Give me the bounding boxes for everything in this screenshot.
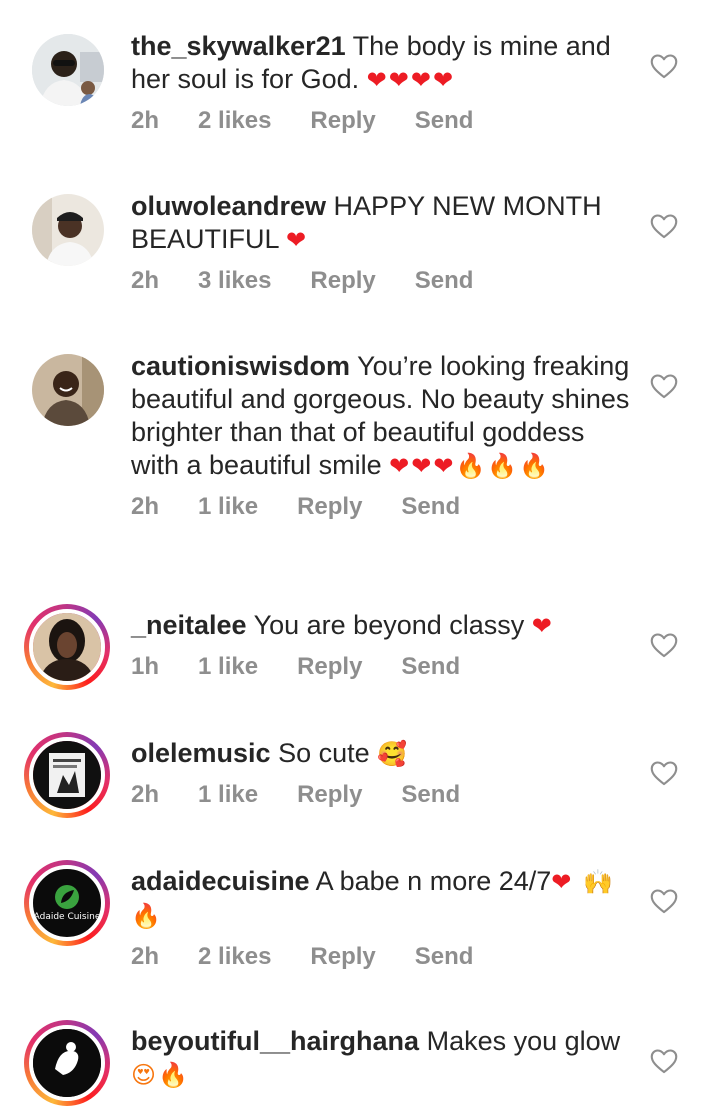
comment-username[interactable]: cautioniswisdom <box>131 351 350 381</box>
comment-time: 1h <box>131 653 160 680</box>
comment-emoji: 😍🔥 <box>131 1061 190 1089</box>
avatar-logo-text: Adaide Cuisine <box>33 912 101 922</box>
comment-time: 2h <box>131 107 160 134</box>
comment-meta: 2h 3 likes Reply Send <box>131 267 631 295</box>
comment-text: the_skywalker21 The body is mine and her… <box>131 30 631 97</box>
comment-text: _neitalee You are beyond classy ❤ <box>131 609 631 643</box>
comment-username[interactable]: adaidecuisine <box>131 866 310 896</box>
comment-body: Makes you glow <box>426 1026 621 1056</box>
comment-time: 2h <box>131 267 160 294</box>
comment-emoji: ❤❤❤❤ <box>366 66 456 94</box>
send-button[interactable]: Send <box>415 107 474 135</box>
reply-button[interactable]: Reply <box>310 107 375 135</box>
comment-body: A babe n more 24/7 <box>315 866 552 896</box>
comment-emoji: 🥰 <box>377 740 410 768</box>
heart-outline-icon[interactable] <box>650 632 678 658</box>
send-button[interactable]: Send <box>415 267 474 295</box>
comment-meta: 2h 1 like Reply Send <box>131 493 631 521</box>
send-button[interactable]: Send <box>401 493 460 521</box>
comment-username[interactable]: _neitalee <box>131 610 247 640</box>
comment-likes[interactable]: 3 likes <box>198 267 271 295</box>
comment-text: oluwoleandrew HAPPY NEW MONTH BEAUTIFUL … <box>131 190 631 257</box>
comment-likes[interactable]: 2 likes <box>198 943 271 971</box>
avatar[interactable] <box>24 1020 110 1106</box>
send-button[interactable]: Send <box>401 781 460 809</box>
comment-emoji: ❤ <box>531 612 554 640</box>
comment-meta: 2h 1 like Reply Send <box>131 781 631 809</box>
comment-likes[interactable]: 2 likes <box>198 107 271 135</box>
comment-time: 2h <box>131 493 160 520</box>
heart-outline-icon[interactable] <box>650 1048 678 1074</box>
comment-username[interactable]: beyoutiful__hairghana <box>131 1026 419 1056</box>
comment-username[interactable]: oluwoleandrew <box>131 191 326 221</box>
heart-outline-icon[interactable] <box>650 760 678 786</box>
send-button[interactable]: Send <box>415 943 474 971</box>
heart-outline-icon[interactable] <box>650 888 678 914</box>
comment-text: adaidecuisine A babe n more 24/7❤ 🙌🔥 <box>131 865 631 933</box>
comment-meta: 2h 2 likes Reply Send <box>131 107 631 135</box>
avatar[interactable] <box>32 194 104 266</box>
comment-meta: 2h 2 likes Reply Send <box>131 943 631 971</box>
comment-likes[interactable]: 1 like <box>198 493 258 521</box>
heart-outline-icon[interactable] <box>650 53 678 79</box>
reply-button[interactable]: Reply <box>310 267 375 295</box>
comment-meta: 1h 1 like Reply Send <box>131 653 631 681</box>
comment-text: olelemusic So cute 🥰 <box>131 737 631 771</box>
avatar[interactable]: Adaide Cuisine <box>24 860 110 946</box>
reply-button[interactable]: Reply <box>297 493 362 521</box>
comment-text: beyoutiful__hairghana Makes you glow 😍🔥 <box>131 1025 631 1092</box>
comment-username[interactable]: the_skywalker21 <box>131 31 346 61</box>
avatar[interactable] <box>32 34 104 106</box>
send-button[interactable]: Send <box>401 653 460 681</box>
comment-text: cautioniswisdom You’re looking freaking … <box>131 350 631 483</box>
comment-likes[interactable]: 1 like <box>198 781 258 809</box>
avatar[interactable] <box>24 604 110 690</box>
reply-button[interactable]: Reply <box>297 781 362 809</box>
avatar[interactable] <box>32 354 104 426</box>
comment-emoji: ❤ <box>286 226 309 254</box>
comment-time: 2h <box>131 781 160 808</box>
avatar[interactable] <box>24 732 110 818</box>
comment-body: You are beyond classy <box>253 610 525 640</box>
heart-outline-icon[interactable] <box>650 373 678 399</box>
heart-outline-icon[interactable] <box>650 213 678 239</box>
comment-emoji: ❤❤❤🔥🔥🔥 <box>389 452 552 480</box>
comment-username[interactable]: olelemusic <box>131 738 271 768</box>
reply-button[interactable]: Reply <box>310 943 375 971</box>
leaf-logo-icon <box>55 885 79 909</box>
comment-likes[interactable]: 1 like <box>198 653 258 681</box>
reply-button[interactable]: Reply <box>297 653 362 681</box>
comment-body: So cute <box>278 738 370 768</box>
comment-time: 2h <box>131 943 160 970</box>
